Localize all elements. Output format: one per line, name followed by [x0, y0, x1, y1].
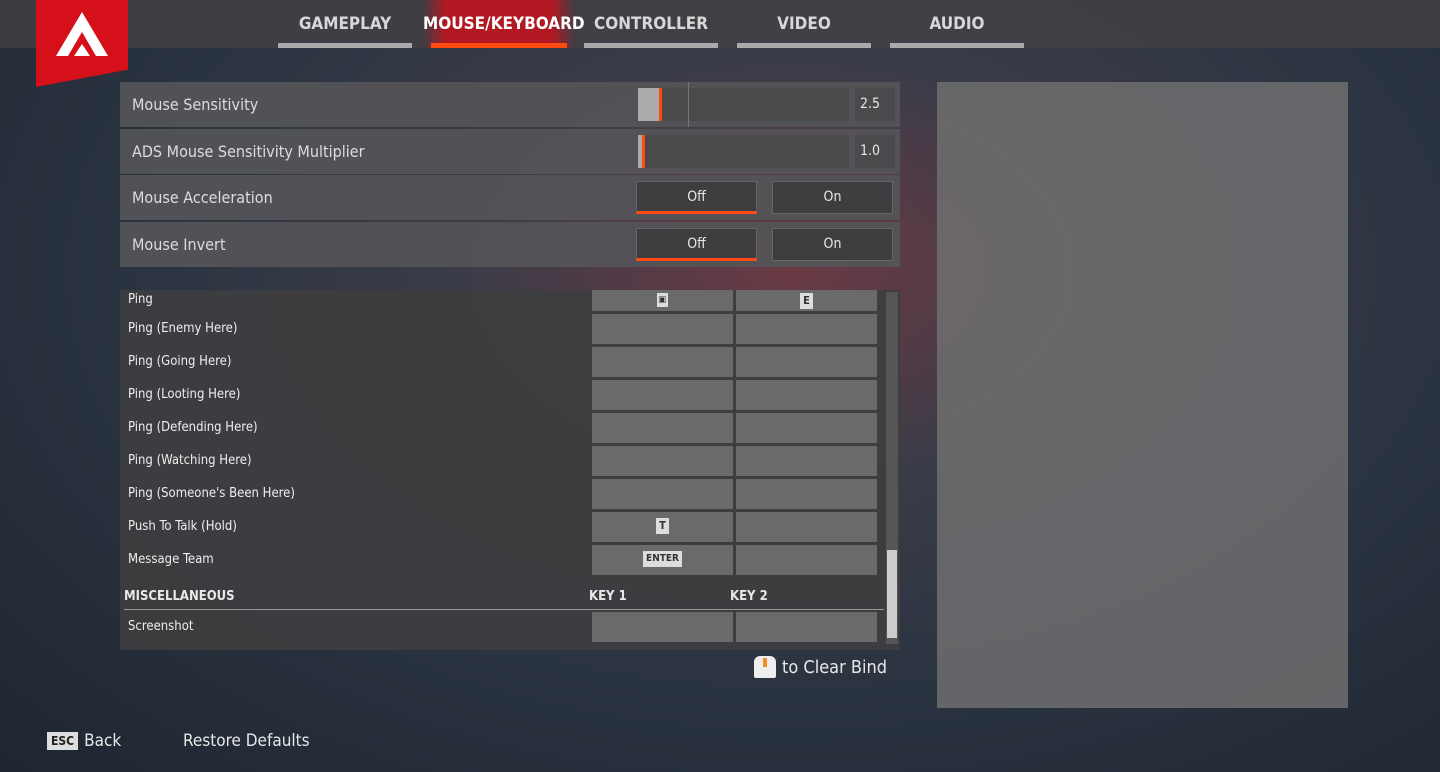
- bind-key2[interactable]: [736, 347, 877, 377]
- bind-key2[interactable]: [736, 413, 877, 443]
- bind-label: Ping: [128, 292, 153, 307]
- bind-label: Ping (Going Here): [128, 354, 232, 369]
- bind-key1[interactable]: [592, 612, 733, 642]
- key-t-icon: T: [656, 518, 669, 534]
- tab-mouse-keyboard[interactable]: MOUSE/KEYBOARD: [423, 0, 585, 48]
- hint-text: to Clear Bind: [782, 656, 888, 678]
- setting-mouse-acceleration: Mouse Acceleration Off On: [120, 175, 900, 220]
- bind-key2[interactable]: [736, 446, 877, 476]
- bind-row: Ping (Someone's Been Here): [120, 479, 880, 512]
- bind-label: Screenshot: [128, 619, 194, 634]
- settings-panel: Mouse Sensitivity 2.5 ADS Mouse Sensitiv…: [120, 82, 900, 268]
- tab-gameplay[interactable]: GAMEPLAY: [270, 0, 420, 48]
- bind-key2[interactable]: [736, 479, 877, 509]
- keybind-list: Ping ▣ E Ping (Enemy Here) Ping (Going H…: [120, 290, 900, 650]
- column-key1: KEY 1: [589, 589, 627, 604]
- setting-label: ADS Mouse Sensitivity Multiplier: [132, 141, 365, 161]
- tab-label: CONTROLLER: [594, 14, 708, 34]
- mouse-sensitivity-value[interactable]: 2.5: [855, 88, 895, 121]
- bind-key1[interactable]: [592, 413, 733, 443]
- bind-row: Message Team ENTER: [120, 545, 880, 578]
- mouse-middle-icon: [754, 656, 776, 678]
- bind-label: Push To Talk (Hold): [128, 519, 237, 534]
- bind-row-screenshot: Screenshot: [120, 612, 880, 645]
- bind-key1[interactable]: [592, 380, 733, 410]
- mouse-invert-on[interactable]: On: [772, 227, 893, 261]
- setting-label: Mouse Invert: [132, 234, 226, 254]
- bind-key1[interactable]: [592, 446, 733, 476]
- apex-logo: [36, 0, 128, 87]
- restore-defaults-button[interactable]: Restore Defaults: [183, 731, 310, 751]
- bind-key2[interactable]: [736, 545, 877, 575]
- bind-key1[interactable]: T: [592, 512, 733, 542]
- tab-label: MOUSE/KEYBOARD: [423, 14, 585, 34]
- bind-label: Ping (Defending Here): [128, 420, 258, 435]
- bind-label: Ping (Looting Here): [128, 387, 241, 402]
- tab-label: AUDIO: [929, 14, 985, 34]
- tab-audio[interactable]: AUDIO: [882, 0, 1032, 48]
- bind-key2[interactable]: [736, 612, 877, 642]
- setting-label: Mouse Acceleration: [132, 188, 273, 207]
- clear-bind-hint: to Clear Bind: [754, 656, 887, 678]
- bind-row: Ping (Defending Here): [120, 413, 880, 446]
- mouse-acceleration-off[interactable]: Off: [636, 181, 757, 214]
- key-e-icon: E: [800, 293, 813, 309]
- bind-label: Message Team: [128, 552, 214, 567]
- bind-key2[interactable]: [736, 314, 877, 344]
- section-title: MISCELLANEOUS: [124, 589, 235, 604]
- mouse-middle-icon: ▣: [656, 293, 669, 307]
- mouse-sensitivity-slider[interactable]: [638, 82, 849, 127]
- bind-row: Push To Talk (Hold) T: [120, 512, 880, 545]
- back-button[interactable]: ESC Back: [47, 731, 121, 751]
- bind-key1[interactable]: [592, 479, 733, 509]
- tab-controller[interactable]: CONTROLLER: [576, 0, 726, 48]
- description-panel: [937, 82, 1348, 708]
- bind-key1[interactable]: [592, 314, 733, 344]
- bind-key2[interactable]: [736, 380, 877, 410]
- scrollbar-thumb[interactable]: [887, 550, 897, 638]
- section-header-misc: MISCELLANEOUS KEY 1 KEY 2: [124, 586, 884, 610]
- setting-ads-multiplier: ADS Mouse Sensitivity Multiplier 1.0: [120, 128, 900, 174]
- esc-key-icon: ESC: [47, 732, 79, 750]
- bind-key1[interactable]: ENTER: [592, 545, 733, 575]
- setting-label: Mouse Sensitivity: [132, 95, 259, 114]
- back-label: Back: [84, 731, 122, 751]
- tab-label: VIDEO: [777, 14, 831, 34]
- column-key2: KEY 2: [730, 589, 768, 604]
- bind-row: Ping (Enemy Here): [120, 314, 880, 347]
- bind-key1[interactable]: ▣: [592, 290, 733, 311]
- bind-key2[interactable]: E: [736, 290, 877, 311]
- bind-label: Ping (Someone's Been Here): [128, 486, 295, 501]
- bind-row: Ping (Looting Here): [120, 380, 880, 413]
- ads-multiplier-value[interactable]: 1.0: [855, 134, 895, 168]
- bind-key2[interactable]: [736, 512, 877, 542]
- setting-mouse-invert: Mouse Invert Off On: [120, 221, 900, 267]
- bind-row: Ping (Watching Here): [120, 446, 880, 479]
- mouse-acceleration-on[interactable]: On: [772, 181, 893, 214]
- bind-row-ping: Ping ▣ E: [120, 290, 880, 314]
- bind-label: Ping (Watching Here): [128, 453, 252, 468]
- mouse-invert-off[interactable]: Off: [636, 227, 757, 261]
- setting-mouse-sensitivity: Mouse Sensitivity 2.5: [120, 82, 900, 127]
- ads-multiplier-slider[interactable]: [638, 134, 849, 168]
- tab-label: GAMEPLAY: [298, 14, 392, 34]
- bind-row: Ping (Going Here): [120, 347, 880, 380]
- bind-label: Ping (Enemy Here): [128, 321, 238, 336]
- scrollbar[interactable]: [886, 292, 898, 644]
- bind-key1[interactable]: [592, 347, 733, 377]
- key-enter-icon: ENTER: [643, 551, 682, 567]
- restore-defaults-label: Restore Defaults: [183, 731, 310, 751]
- tab-video[interactable]: VIDEO: [729, 0, 879, 48]
